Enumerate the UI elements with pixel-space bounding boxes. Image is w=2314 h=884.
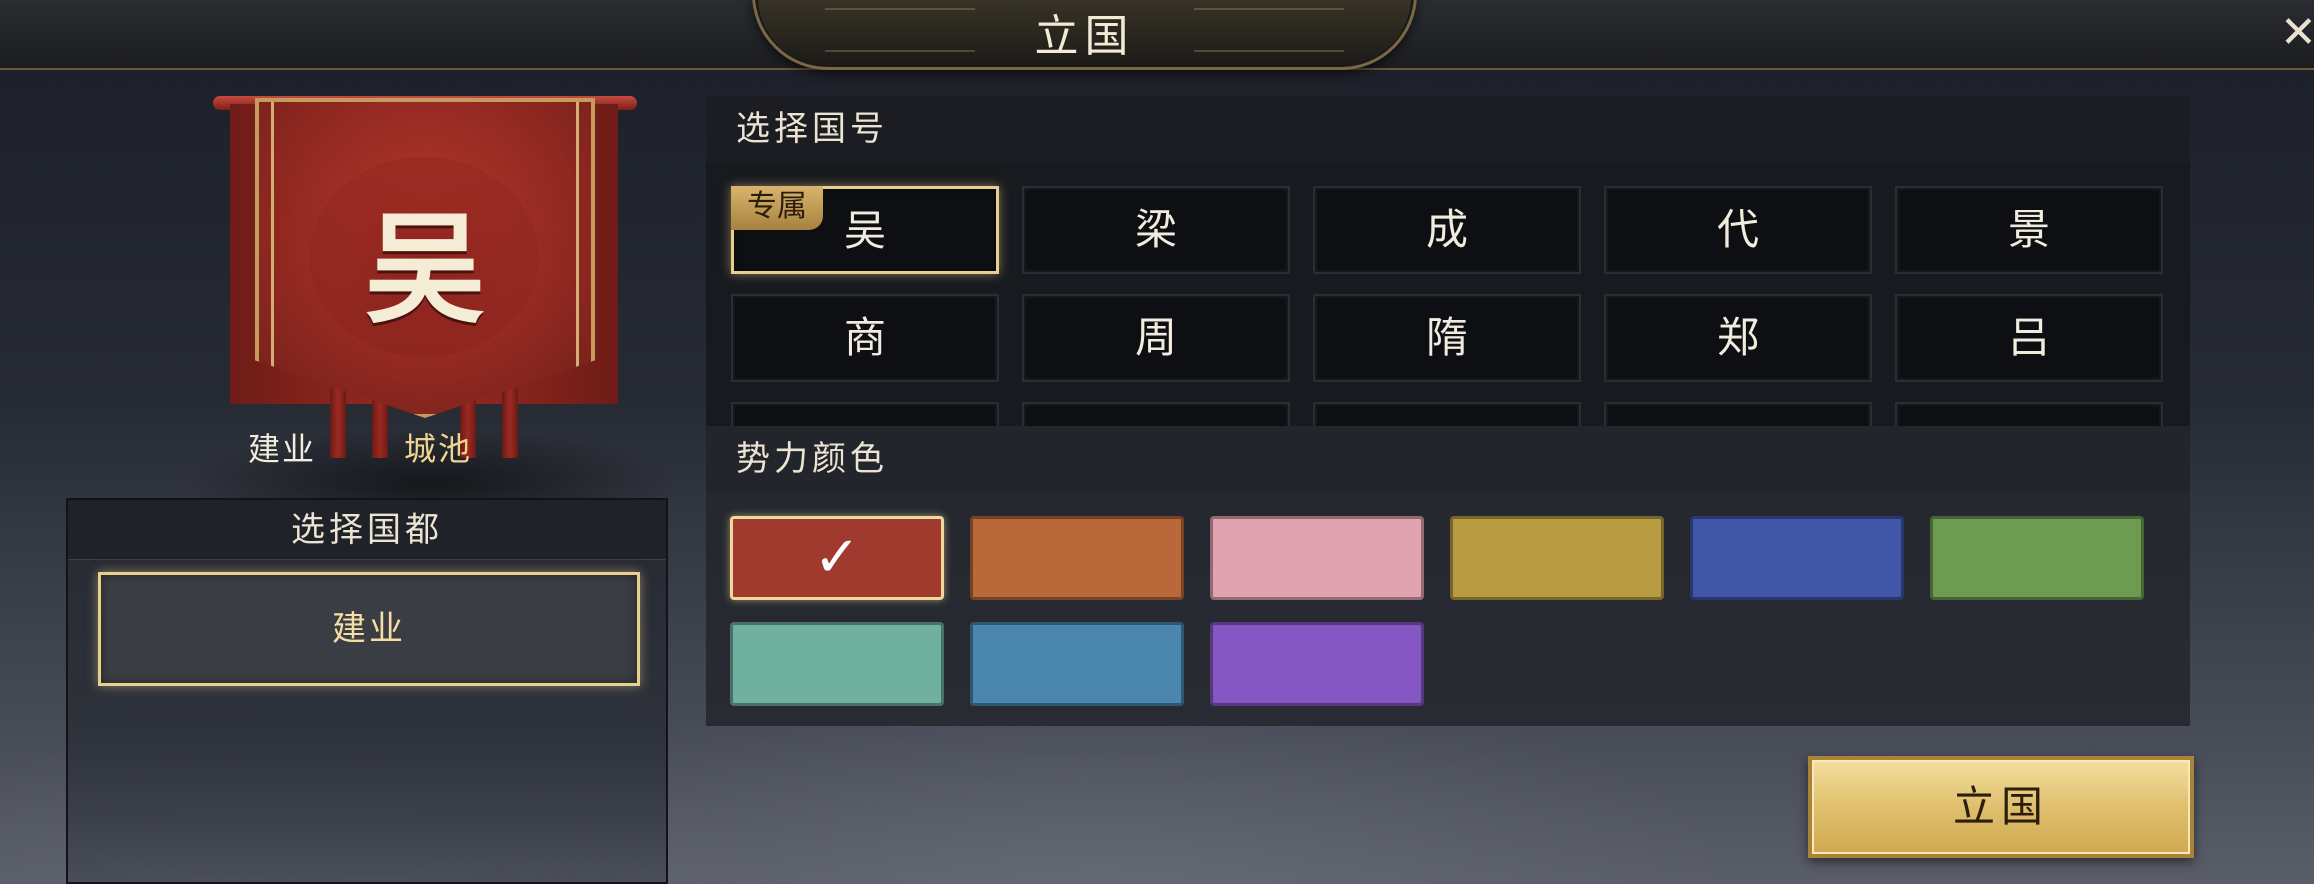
name-option[interactable]: 商 bbox=[731, 294, 999, 382]
name-option[interactable]: 代 bbox=[1604, 186, 1872, 274]
color-swatch-red[interactable]: ✓ bbox=[730, 516, 944, 600]
name-option[interactable]: 吕 bbox=[1895, 294, 2163, 382]
banner-tassel bbox=[330, 388, 346, 458]
country-name-section: 选择国号 专属 吴 梁 成 代 景 商 周 隋 郑 吕 bbox=[706, 96, 2190, 426]
faction-color-section: 势力颜色 ✓ bbox=[706, 426, 2190, 726]
color-swatch-teal[interactable] bbox=[730, 622, 944, 706]
name-option[interactable]: 周 bbox=[1022, 294, 1290, 382]
color-section-header: 势力颜色 bbox=[706, 426, 2190, 492]
name-option-label: 吕 bbox=[2007, 313, 2050, 362]
color-swatch-orange[interactable] bbox=[970, 516, 1184, 600]
name-grid: 专属 吴 梁 成 代 景 商 周 隋 郑 吕 bbox=[731, 186, 2171, 426]
name-option-label: 隋 bbox=[1425, 313, 1468, 362]
name-option-partial[interactable] bbox=[1895, 402, 2163, 426]
name-option[interactable]: 成 bbox=[1313, 186, 1581, 274]
name-option-partial[interactable] bbox=[1313, 402, 1581, 426]
name-option-label: 成 bbox=[1425, 205, 1468, 254]
name-option-label: 代 bbox=[1716, 205, 1759, 254]
name-option-label: 商 bbox=[843, 313, 886, 362]
close-icon[interactable]: ✕ bbox=[2280, 8, 2314, 58]
check-icon: ✓ bbox=[813, 525, 861, 590]
name-option-label: 周 bbox=[1134, 313, 1177, 362]
confirm-found-state-button[interactable]: 立国 bbox=[1808, 756, 2194, 858]
name-option-label: 梁 bbox=[1134, 205, 1177, 254]
exclusive-badge: 专属 bbox=[731, 186, 823, 230]
name-option[interactable]: 隋 bbox=[1313, 294, 1581, 382]
city-type: 城池 bbox=[404, 430, 473, 468]
capital-panel: 选择国都 建业 bbox=[66, 498, 668, 884]
color-swatch-pink[interactable] bbox=[1210, 516, 1424, 600]
capital-header: 选择国都 bbox=[68, 500, 666, 560]
city-name: 建业 bbox=[248, 430, 317, 468]
banner-character: 吴 bbox=[365, 199, 485, 340]
color-swatch-steel-blue[interactable] bbox=[970, 622, 1184, 706]
name-option[interactable]: 梁 bbox=[1022, 186, 1290, 274]
name-section-header: 选择国号 bbox=[706, 96, 2190, 162]
name-option-partial[interactable] bbox=[731, 402, 999, 426]
name-option-selected[interactable]: 专属 吴 bbox=[731, 186, 999, 274]
color-grid: ✓ bbox=[730, 516, 2144, 706]
capital-option-selected[interactable]: 建业 bbox=[98, 572, 640, 686]
page-title: 立国 bbox=[1034, 11, 1135, 62]
color-swatch-blue[interactable] bbox=[1690, 516, 1904, 600]
name-option-partial[interactable] bbox=[1022, 402, 1290, 426]
banner-tassel bbox=[502, 388, 518, 458]
color-swatch-green[interactable] bbox=[1930, 516, 2144, 600]
name-option-label: 吴 bbox=[843, 206, 886, 255]
top-bar: 立国 ✕ bbox=[0, 0, 2314, 70]
name-option-label: 郑 bbox=[1716, 313, 1759, 362]
color-swatch-gold[interactable] bbox=[1450, 516, 1664, 600]
name-option-label: 景 bbox=[2007, 205, 2050, 254]
name-option-partial[interactable] bbox=[1604, 402, 1872, 426]
name-option[interactable]: 郑 bbox=[1604, 294, 1872, 382]
name-option[interactable]: 景 bbox=[1895, 186, 2163, 274]
faction-banner-area: 吴 bbox=[110, 88, 680, 538]
faction-banner: 吴 bbox=[255, 98, 595, 418]
title-plate: 立国 bbox=[752, 0, 1417, 70]
color-swatch-purple[interactable] bbox=[1210, 622, 1424, 706]
